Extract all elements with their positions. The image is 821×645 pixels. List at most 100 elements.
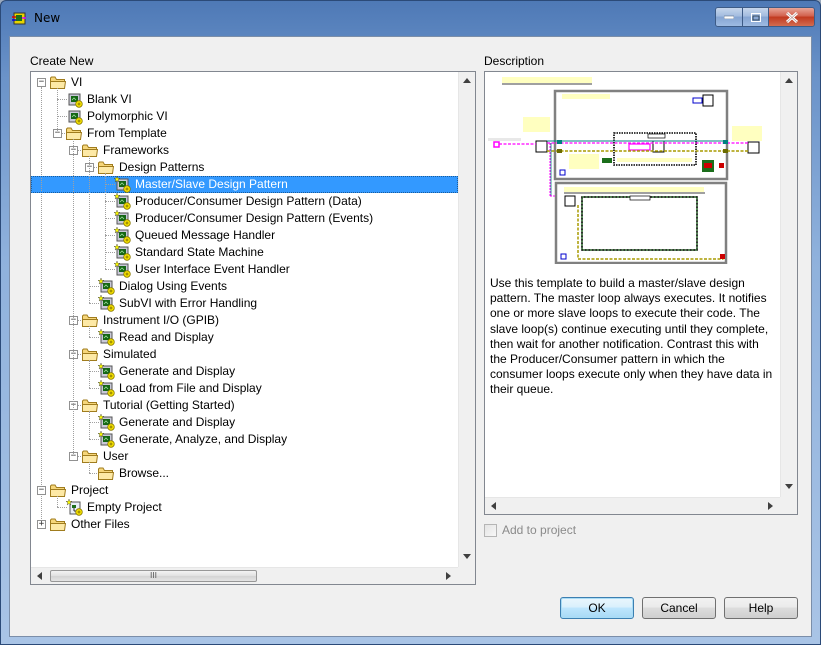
template-vi-icon — [97, 277, 115, 295]
create-new-tree[interactable]: − VI Blank VI Polymorphic VI − From Template −… — [30, 71, 476, 585]
tree-item-label: Master/Slave Design Pattern — [135, 177, 288, 191]
tree-item-label: Other Files — [71, 517, 130, 531]
tree-item-label: User — [103, 449, 129, 463]
folder-icon — [98, 161, 115, 174]
scroll-right-icon[interactable] — [446, 572, 451, 580]
tree-item-label: Producer/Consumer Design Pattern (Events… — [135, 211, 374, 225]
template-vi-icon — [113, 209, 131, 227]
scroll-left-icon[interactable] — [37, 572, 42, 580]
tree-vertical-scrollbar[interactable] — [458, 72, 475, 567]
help-button[interactable]: Help — [724, 597, 798, 619]
tree-item[interactable]: − VI — [31, 74, 458, 91]
tree-connector-line — [73, 139, 74, 456]
dialog-client-area: Create New Description − VI Blank VI Polymo… — [9, 36, 812, 637]
add-to-project-checkbox[interactable] — [484, 523, 497, 537]
template-vi-icon — [97, 379, 115, 397]
vi-icon — [66, 108, 83, 125]
tree-item[interactable]: − Instrument I/O (GPIB) — [31, 312, 458, 329]
tree-content: − VI Blank VI Polymorphic VI − From Template −… — [31, 72, 458, 567]
scrollbar-corner — [780, 497, 797, 514]
tree-item[interactable]: − Frameworks — [31, 142, 458, 159]
scroll-up-icon[interactable] — [463, 78, 471, 83]
scroll-up-icon[interactable] — [785, 78, 793, 83]
tree-item[interactable]: Generate and Display — [31, 362, 458, 380]
collapse-icon[interactable]: − — [37, 78, 46, 87]
tree-item[interactable]: − Design Patterns — [31, 159, 458, 176]
tree-item-label: Generate and Display — [119, 364, 236, 378]
tree-connector-line — [89, 326, 90, 337]
tree-connector-line — [89, 156, 90, 303]
tree-item[interactable]: Standard State Machine — [31, 243, 458, 261]
minimize-button[interactable] — [716, 8, 743, 26]
description-horizontal-scrollbar[interactable] — [485, 497, 781, 514]
folder-icon — [82, 144, 99, 157]
tree-horizontal-scrollbar[interactable]: III — [31, 567, 458, 584]
folder-icon — [50, 76, 67, 89]
template-vi-icon — [97, 294, 115, 312]
tree-item-label: Empty Project — [87, 500, 162, 514]
ok-button[interactable]: OK — [560, 597, 634, 619]
maximize-button[interactable] — [743, 8, 769, 26]
tree-item-label: User Interface Event Handler — [135, 262, 290, 276]
tree-item[interactable]: Load from File and Display — [31, 379, 458, 397]
tree-item-label: Generate, Analyze, and Display — [119, 432, 288, 446]
tree-item-label: From Template — [87, 126, 167, 140]
template-vi-icon — [97, 413, 115, 431]
labview-vi-icon — [12, 12, 26, 25]
tree-item[interactable]: Generate, Analyze, and Display — [31, 430, 458, 448]
close-button[interactable] — [769, 8, 814, 26]
tree-item[interactable]: − Simulated — [31, 346, 458, 363]
tree-item[interactable]: Queued Message Handler — [31, 226, 458, 244]
vi-icon — [66, 91, 83, 108]
cancel-button[interactable]: Cancel — [642, 597, 716, 619]
tree-item[interactable]: SubVI with Error Handling — [31, 294, 458, 312]
expand-icon[interactable]: + — [37, 520, 46, 529]
tree-item[interactable]: Browse... — [31, 465, 458, 482]
tree-item-label: Standard State Machine — [135, 245, 264, 259]
tree-connector-line — [57, 88, 58, 133]
tree-item[interactable]: − Tutorial (Getting Started) — [31, 397, 458, 414]
tree-item-label: Browse... — [119, 466, 170, 480]
tree-item[interactable]: Read and Display — [31, 328, 458, 346]
tree-item[interactable]: − From Template — [31, 125, 458, 142]
scroll-down-icon[interactable] — [785, 484, 793, 489]
tree-connector-line — [89, 462, 90, 473]
tree-item-label: Tutorial (Getting Started) — [103, 398, 235, 412]
title-bar[interactable]: New — [1, 1, 820, 35]
template-vi-icon — [97, 430, 115, 448]
add-to-project-checkbox-row[interactable]: Add to project — [484, 522, 576, 538]
maximize-icon — [750, 12, 761, 22]
minimize-icon — [724, 15, 734, 19]
tree-item[interactable]: User Interface Event Handler — [31, 260, 458, 278]
tree-item[interactable]: Master/Slave Design Pattern — [31, 175, 458, 193]
scroll-left-icon[interactable] — [491, 502, 496, 510]
scrollbar-corner — [458, 567, 475, 584]
tree-item-label: Project — [71, 483, 109, 497]
project-icon — [65, 498, 83, 516]
tree-connector-line — [105, 173, 106, 269]
tree-item[interactable]: Producer/Consumer Design Pattern (Events… — [31, 209, 458, 227]
tree-item-label: VI — [71, 75, 83, 89]
template-vi-icon — [113, 192, 131, 210]
tree-item[interactable]: Blank VI — [31, 91, 458, 108]
caption-buttons — [715, 7, 815, 27]
scroll-down-icon[interactable] — [463, 554, 471, 559]
folder-icon — [82, 314, 99, 327]
tree-item[interactable]: + Other Files — [31, 516, 458, 533]
tree-item-label: Polymorphic VI — [87, 109, 168, 123]
tree-item-label: Blank VI — [87, 92, 132, 106]
scroll-right-icon[interactable] — [768, 502, 773, 510]
tree-item[interactable]: Empty Project — [31, 498, 458, 516]
tree-item-label: Generate and Display — [119, 415, 236, 429]
tree-item[interactable]: Producer/Consumer Design Pattern (Data) — [31, 192, 458, 210]
horizontal-scroll-thumb[interactable]: III — [50, 570, 257, 582]
tree-item[interactable]: − User — [31, 448, 458, 465]
collapse-icon[interactable]: − — [37, 486, 46, 495]
description-vertical-scrollbar[interactable] — [780, 72, 797, 497]
tree-item-label: SubVI with Error Handling — [119, 296, 258, 310]
tree-item[interactable]: Polymorphic VI — [31, 108, 458, 125]
template-vi-icon — [113, 226, 131, 244]
tree-item[interactable]: Dialog Using Events — [31, 277, 458, 295]
tree-item[interactable]: Generate and Display — [31, 413, 458, 431]
tree-item[interactable]: − Project — [31, 482, 458, 499]
